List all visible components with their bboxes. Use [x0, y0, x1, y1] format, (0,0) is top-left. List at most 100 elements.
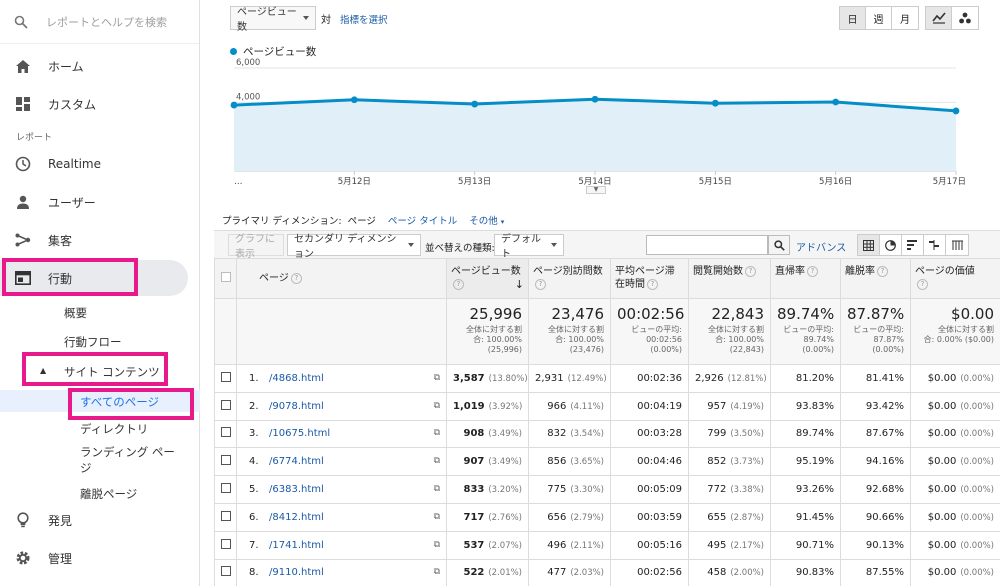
row-checkbox[interactable]: [221, 371, 231, 382]
page-link[interactable]: /9078.html: [269, 401, 324, 412]
row-checkbox[interactable]: [221, 538, 231, 549]
select-metric-link[interactable]: 指標を選択: [340, 12, 388, 26]
help-icon[interactable]: ?: [917, 278, 928, 290]
sidebar-item-users[interactable]: ユーザー: [0, 184, 200, 220]
header-bounce-rate[interactable]: 直帰率?: [770, 258, 841, 299]
help-icon[interactable]: ?: [290, 272, 302, 284]
sidebar-item-acquisition[interactable]: 集客: [0, 222, 200, 258]
row-checkbox-cell[interactable]: [214, 530, 237, 560]
help-icon[interactable]: ?: [535, 278, 546, 290]
table-row[interactable]: 8./9110.html ⧉ 522 (2.01%) 477 (2.03%) 00:02:5…: [214, 558, 1000, 586]
y-tick-label: 4,000: [236, 92, 260, 102]
table-row[interactable]: 1./4868.html ⧉ 3,587 (13.80%) 2,931 (12.49%) 0…: [214, 364, 1000, 393]
performance-view-icon[interactable]: [902, 235, 924, 255]
open-link-icon[interactable]: ⧉: [434, 540, 440, 550]
table-row[interactable]: 4./6774.html ⧉ 907 (3.49%) 856 (3.65%) 00:04:4…: [214, 447, 1000, 477]
page-link[interactable]: /8412.html: [269, 512, 324, 523]
row-checkbox-cell[interactable]: [214, 502, 237, 532]
table-view-icon[interactable]: [858, 235, 880, 255]
unique-pageviews-value: 477: [547, 567, 567, 579]
search-icon[interactable]: [768, 235, 790, 255]
chart-resize-handle[interactable]: ▼: [586, 186, 606, 194]
header-select-all[interactable]: [214, 258, 237, 299]
pie-view-icon[interactable]: [880, 235, 902, 255]
sidebar-item-behavior-flow[interactable]: 行動フロー: [64, 334, 122, 350]
sort-type-select[interactable]: デフォルト: [494, 234, 564, 260]
help-icon[interactable]: ?: [647, 278, 658, 290]
sidebar-item-home[interactable]: ホーム: [0, 48, 200, 84]
row-checkbox-cell[interactable]: [214, 419, 237, 449]
dimension-other[interactable]: その他 ▾: [469, 213, 504, 227]
sidebar-item-custom[interactable]: カスタム: [0, 86, 200, 122]
table-row[interactable]: 5./6383.html ⧉ 833 (3.20%) 775 (3.30%) 00:05:0…: [214, 475, 1000, 504]
row-checkbox-cell[interactable]: [214, 447, 237, 477]
open-link-icon[interactable]: ⧉: [434, 456, 440, 466]
period-week-button[interactable]: 週: [866, 7, 892, 29]
page-link[interactable]: /10675.html: [269, 428, 330, 439]
line-chart-icon[interactable]: [926, 7, 952, 29]
sidebar-item-admin[interactable]: 管理: [0, 540, 200, 576]
help-icon[interactable]: ?: [807, 265, 818, 277]
header-unique-pageviews[interactable]: ページ別訪問数?: [528, 258, 611, 299]
row-checkbox-cell[interactable]: [214, 391, 237, 421]
comparison-view-icon[interactable]: [924, 235, 946, 255]
search-bar[interactable]: レポートとヘルプを検索: [0, 0, 199, 44]
table-search-input[interactable]: [646, 235, 768, 255]
pivot-view-icon[interactable]: [946, 235, 968, 255]
sidebar-item-overview[interactable]: 概要: [64, 305, 87, 321]
page-link[interactable]: /1741.html: [269, 540, 324, 551]
table-row[interactable]: 3./10675.html ⧉ 908 (3.49%) 832 (3.54%) 00:03:…: [214, 419, 1000, 449]
total-caption: 全体に対する割: [466, 325, 522, 334]
dimension-page-title[interactable]: ページ タイトル: [388, 213, 457, 227]
row-checkbox[interactable]: [221, 510, 231, 521]
page-link[interactable]: /9110.html: [269, 567, 324, 578]
open-link-icon[interactable]: ⧉: [434, 401, 440, 411]
open-link-icon[interactable]: ⧉: [434, 373, 440, 383]
row-checkbox[interactable]: [221, 399, 231, 410]
sidebar-item-landing-pages[interactable]: ランディング ペー ジ: [80, 444, 175, 476]
select-all-checkbox[interactable]: [220, 271, 231, 282]
row-checkbox[interactable]: [221, 455, 231, 466]
header-avg-time[interactable]: 平均ページ滞在時間?: [610, 258, 689, 299]
header-entrances[interactable]: 閲覧開始数?: [688, 258, 771, 299]
header-exit-rate[interactable]: 離脱率?: [840, 258, 911, 299]
row-checkbox-cell[interactable]: [214, 475, 237, 504]
sidebar-item-realtime[interactable]: Realtime: [0, 146, 200, 182]
row-checkbox-cell[interactable]: [214, 364, 237, 393]
page-link[interactable]: /4868.html: [269, 373, 324, 384]
sidebar-item-directory[interactable]: ディレクトリ: [80, 421, 148, 437]
header-page-value[interactable]: ページの価値?: [910, 258, 1000, 299]
secondary-dimension-select[interactable]: セカンダリ ディメンション: [287, 234, 421, 260]
page-link[interactable]: /6383.html: [269, 484, 324, 495]
dimension-page[interactable]: ページ: [348, 213, 376, 227]
open-link-icon[interactable]: ⧉: [434, 512, 440, 522]
open-link-icon[interactable]: ⧉: [434, 428, 440, 438]
help-icon[interactable]: ?: [745, 265, 756, 277]
table-row[interactable]: 7./1741.html ⧉ 537 (2.07%) 496 (2.11%) 00:05:1…: [214, 530, 1000, 560]
header-pageviews[interactable]: ページビュー数 ↓?: [446, 258, 529, 299]
period-month-button[interactable]: 月: [892, 7, 918, 29]
open-link-icon[interactable]: ⧉: [434, 484, 440, 494]
header-page[interactable]: ページ?: [236, 258, 447, 299]
page-link[interactable]: /6774.html: [269, 456, 324, 467]
table-row[interactable]: 6./8412.html ⧉ 717 (2.76%) 656 (2.79%) 00:03:5…: [214, 502, 1000, 532]
metric-select[interactable]: ページビュー数: [230, 6, 316, 33]
row-number: 8.: [249, 567, 259, 579]
open-link-icon[interactable]: ⧉: [434, 567, 440, 577]
motion-chart-icon[interactable]: [952, 7, 978, 29]
pageviews-chart[interactable]: 2,0004,0006,000…5月12日5月13日5月14日5月15日5月16…: [214, 40, 1000, 200]
row-checkbox[interactable]: [221, 566, 231, 577]
help-icon[interactable]: ?: [877, 265, 888, 277]
advanced-filter-link[interactable]: アドバンス: [796, 239, 846, 254]
sidebar-item-discover[interactable]: 発見: [0, 502, 200, 538]
period-day-button[interactable]: 日: [840, 7, 866, 29]
help-icon[interactable]: ?: [453, 278, 464, 290]
sidebar-item-exit-pages[interactable]: 離脱ページ: [80, 486, 137, 502]
row-checkbox[interactable]: [221, 483, 231, 494]
plot-rows-button[interactable]: グラフに表示: [228, 234, 284, 260]
row-checkbox[interactable]: [221, 427, 231, 438]
sort-type-label: 並べ替えの種類:: [425, 243, 495, 254]
table-row[interactable]: 2./9078.html ⧉ 1,019 (3.92%) 966 (4.11%) 00:04…: [214, 391, 1000, 421]
row-checkbox-cell[interactable]: [214, 558, 237, 586]
avg-time-cell: 00:04:46: [610, 447, 689, 477]
